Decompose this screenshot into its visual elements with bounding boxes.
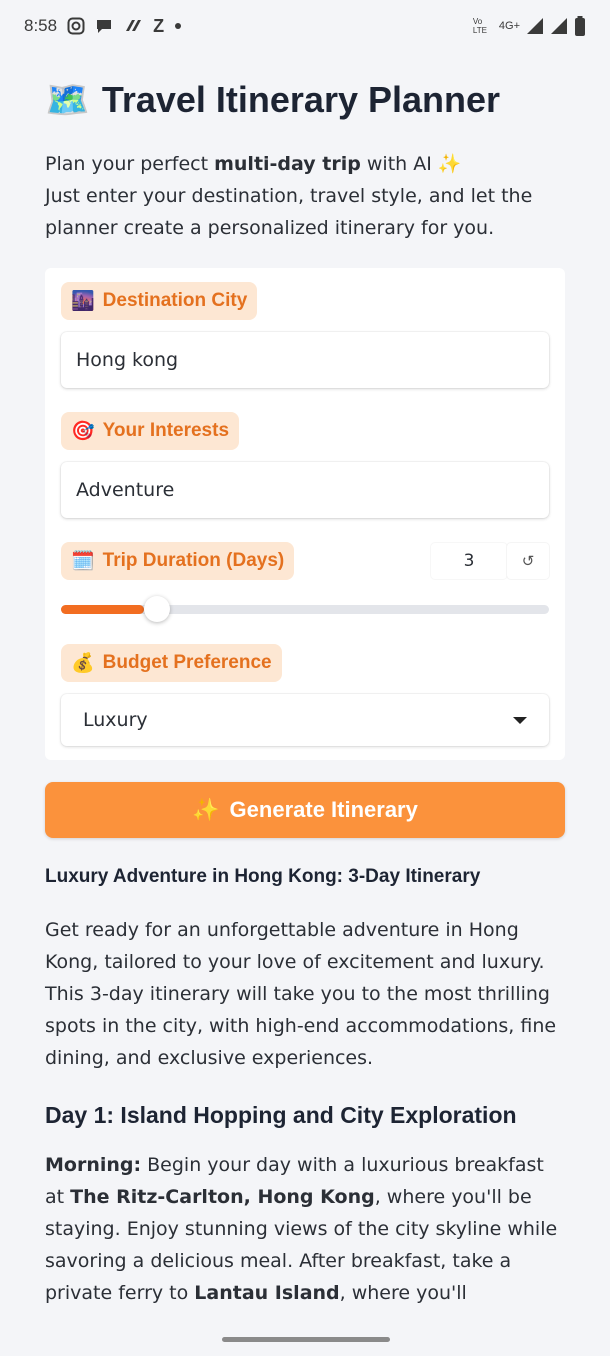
morning-text-c: , where you'll	[339, 1282, 467, 1304]
page-title: 🗺️ Travel Itinerary Planner	[45, 70, 565, 130]
chat-icon	[95, 17, 113, 35]
itinerary-heading: Luxury Adventure in Hong Kong: 3-Day Iti…	[45, 866, 481, 887]
signal-2-icon	[550, 17, 568, 35]
duration-number-box: 3 ↺	[431, 543, 549, 579]
status-bar: 8:58 Z Vo LTE 4G+	[0, 0, 610, 52]
destination-label-text: Destination City	[102, 290, 248, 311]
intro-bold: multi-day trip	[214, 153, 361, 175]
z-app-icon: Z	[153, 15, 165, 36]
budget-label-text: Budget Preference	[102, 652, 272, 673]
duration-group: 🗓️ Trip Duration (Days) 3 ↺	[61, 542, 549, 622]
reset-icon[interactable]: ↺	[507, 543, 549, 579]
duration-slider[interactable]	[61, 596, 549, 622]
intro-prefix: Plan your perfect	[45, 153, 215, 175]
status-time: 8:58	[24, 16, 58, 35]
signal-icon	[526, 17, 544, 35]
slider-fill	[61, 605, 144, 614]
volte-indicator: Vo LTE	[472, 17, 487, 35]
duration-number-input[interactable]: 3	[431, 543, 507, 579]
network-type: 4G+	[498, 20, 520, 32]
budget-select[interactable]: Luxury	[61, 694, 549, 746]
more-notifications-dot-icon	[174, 22, 182, 30]
morning-label: Morning:	[45, 1154, 142, 1176]
intro-mid: with AI ✨	[360, 153, 462, 175]
page-title-text: Travel Itinerary Planner	[101, 79, 501, 120]
target-icon: 🎯	[71, 421, 95, 442]
trip-form: 🌆 Destination City Hong kong 🎯 Your Inte…	[45, 268, 565, 760]
budget-group: 💰 Budget Preference Luxury	[61, 644, 549, 746]
home-indicator[interactable]	[222, 1337, 390, 1342]
budget-label: 💰 Budget Preference	[61, 644, 282, 682]
interests-input[interactable]: Adventure	[61, 462, 549, 518]
duration-label-text: Trip Duration (Days)	[102, 550, 285, 571]
itinerary-intro: Get ready for an unforgettable adventure…	[45, 919, 557, 1069]
main-content: 🗺️ Travel Itinerary Planner Plan your pe…	[45, 70, 565, 1309]
chevron-down-icon	[513, 716, 527, 724]
app-notification-icon	[123, 17, 143, 35]
generate-itinerary-button[interactable]: ✨ Generate Itinerary	[45, 782, 565, 838]
island-name: Lantau Island	[194, 1282, 340, 1304]
day1-heading: Day 1: Island Hopping and City Explorati…	[45, 1102, 517, 1128]
budget-select-value: Luxury	[83, 709, 148, 731]
hotel-name: The Ritz-Carlton, Hong Kong	[70, 1186, 375, 1208]
interests-label-text: Your Interests	[102, 420, 230, 441]
money-bag-icon: 💰	[71, 653, 95, 674]
day1-morning: Morning: Begin your day with a luxurious…	[45, 1149, 565, 1309]
slider-thumb[interactable]	[144, 596, 170, 622]
generate-itinerary-label: Generate Itinerary	[229, 797, 418, 822]
destination-label: 🌆 Destination City	[61, 282, 258, 320]
interests-group: 🎯 Your Interests Adventure	[61, 412, 549, 518]
intro-line2: Just enter your destination, travel styl…	[45, 185, 533, 239]
interests-label: 🎯 Your Interests	[61, 412, 240, 450]
city-icon: 🌆	[71, 291, 95, 312]
duration-label: 🗓️ Trip Duration (Days)	[61, 542, 295, 580]
calendar-icon: 🗓️	[71, 551, 95, 572]
sparkles-icon: ✨	[192, 797, 220, 822]
destination-input[interactable]: Hong kong	[61, 332, 549, 388]
battery-icon	[574, 16, 586, 36]
instagram-icon	[67, 17, 85, 35]
intro-text: Plan your perfect multi-day trip with AI…	[45, 148, 565, 244]
world-map-icon: 🗺️	[45, 79, 90, 120]
destination-group: 🌆 Destination City Hong kong	[61, 282, 549, 388]
